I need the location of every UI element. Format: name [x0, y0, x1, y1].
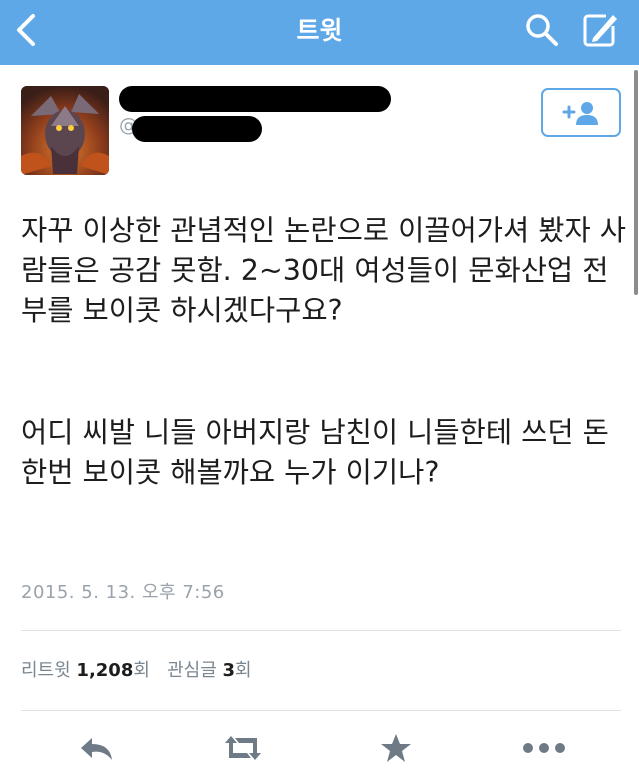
- redacted-handle: [132, 116, 262, 142]
- top-bar: 트윗: [0, 0, 639, 65]
- retweet-count-link[interactable]: 리트윗 1,208회: [21, 660, 150, 681]
- compose-icon[interactable]: [578, 8, 622, 52]
- tweet-stats: 리트윗 1,208회 관심글 3회: [21, 656, 252, 682]
- tweet-text-paragraph: 자꾸 이상한 관념적인 논란으로 이끌어가셔 봤자 사람들은 공감 못함. 2~…: [21, 214, 626, 327]
- retweet-count: 1,208: [76, 660, 134, 681]
- tweet-timestamp: 2015. 5. 13. 오후 7:56: [21, 582, 225, 603]
- retweet-icon[interactable]: [221, 728, 265, 768]
- follow-button[interactable]: [541, 88, 621, 137]
- redacted-display-name: [119, 86, 391, 112]
- favorite-count: 3: [222, 660, 236, 681]
- add-user-icon: [562, 101, 598, 125]
- favorite-count-link[interactable]: 관심글 3회: [167, 660, 252, 681]
- scrollbar[interactable]: [634, 70, 638, 295]
- search-icon[interactable]: [520, 8, 564, 52]
- retweet-unit: 회: [133, 660, 150, 681]
- favorite-unit: 회: [235, 660, 252, 681]
- reply-icon[interactable]: [75, 728, 119, 768]
- tweet-text-paragraph: 어디 씨발 니들 아버지랑 남친이 니들한테 쓰던 돈 한번 보이콧 해볼까요 …: [21, 416, 609, 489]
- favorite-label: 관심글: [167, 660, 217, 681]
- divider: [21, 630, 621, 631]
- divider: [21, 710, 621, 711]
- favorite-icon[interactable]: [374, 728, 418, 768]
- avatar[interactable]: [21, 86, 109, 175]
- retweet-label: 리트윗: [21, 660, 71, 681]
- more-icon[interactable]: [522, 728, 566, 768]
